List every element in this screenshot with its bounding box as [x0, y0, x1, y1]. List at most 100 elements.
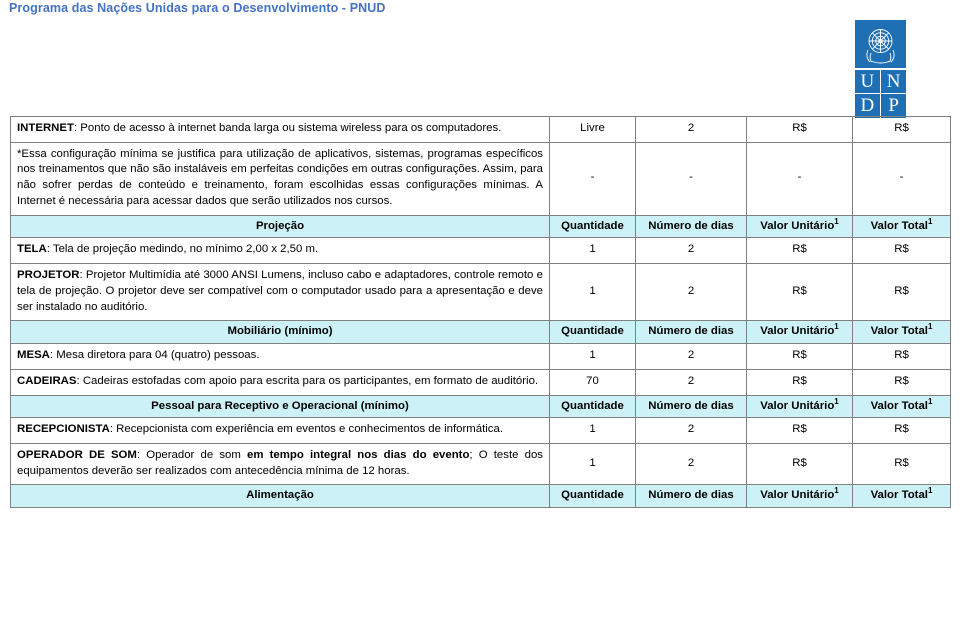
row-description-text: : Operador de som [136, 449, 248, 462]
column-header-quantidade: Quantidade [549, 484, 636, 509]
cell-numero-dias: - [635, 141, 747, 216]
row-label: RECEPCIONISTA [17, 423, 110, 436]
table-row: PROJETOR: Projetor Multimídia até 3000 A… [10, 263, 951, 322]
column-header-quantidade: Quantidade [549, 214, 636, 239]
row-description-recepcionista: RECEPCIONISTA: Recepcionista com experiê… [10, 417, 550, 445]
section-header-row: Mobiliário (mínimo) Quantidade Número de… [10, 320, 951, 345]
table-row: OPERADOR DE SOM: Operador de som em temp… [10, 443, 951, 486]
row-description-text: : Mesa diretora para 04 (quatro) pessoas… [49, 349, 260, 362]
row-description-text: : Cadeiras estofadas com apoio para escr… [76, 374, 539, 387]
cell-numero-dias: 2 [635, 343, 747, 370]
cell-valor-total: R$ [852, 443, 951, 486]
cell-valor-total: R$ [852, 417, 951, 445]
cell-numero-dias: 2 [635, 443, 747, 486]
cell-quantidade: 1 [549, 443, 636, 486]
column-header-valor-unitario: Valor Unitário1 [746, 484, 853, 509]
column-header-quantidade: Quantidade [549, 320, 636, 345]
un-emblem-icon [855, 20, 906, 68]
row-label: INTERNET [17, 122, 74, 134]
row-description-tela: TELA: Tela de projeção medindo, no mínim… [10, 237, 550, 265]
row-description-text: : Recepcionista com experiência em event… [109, 423, 504, 436]
table-row: *Essa configuração mínima se justifica p… [10, 141, 951, 216]
cell-numero-dias: 2 [635, 263, 747, 322]
cell-valor-unitario: R$ [746, 263, 853, 322]
cell-quantidade: 1 [549, 237, 636, 265]
column-header-valor-total: Valor Total1 [852, 394, 951, 419]
row-description-internet: INTERNET: Ponto de acesso à internet ban… [10, 116, 550, 143]
row-description-emphasis: em tempo integral nos dias do evento [247, 449, 470, 462]
table-row: INTERNET: Ponto de acesso à internet ban… [10, 116, 951, 143]
section-title-pessoal: Pessoal para Receptivo e Operacional (mí… [10, 394, 550, 419]
row-label: TELA [17, 243, 47, 256]
table-row: MESA: Mesa diretora para 04 (quatro) pes… [10, 343, 951, 370]
cell-valor-unitario: R$ [746, 368, 853, 396]
row-label: CADEIRAS [17, 374, 77, 387]
undp-letter-p: P [881, 94, 906, 118]
row-label: MESA [17, 349, 50, 362]
row-description-cadeiras: CADEIRAS: Cadeiras estofadas com apoio p… [10, 368, 550, 396]
column-header-quantidade: Quantidade [549, 394, 636, 419]
row-description-mesa: MESA: Mesa diretora para 04 (quatro) pes… [10, 343, 550, 370]
cell-valor-total: R$ [852, 368, 951, 396]
row-description-operador-de-som: OPERADOR DE SOM: Operador de som em temp… [10, 443, 550, 486]
footnote-marker: 1 [927, 216, 933, 226]
undp-letter-n: N [881, 69, 906, 93]
table-row: RECEPCIONISTA: Recepcionista com experiê… [10, 417, 951, 445]
section-title-projecao: Projeção [10, 214, 550, 239]
column-header-valor-total: Valor Total1 [852, 320, 951, 345]
column-header-numero-dias: Número de dias [635, 214, 747, 239]
column-header-valor-total: Valor Total1 [852, 214, 951, 239]
column-header-numero-dias: Número de dias [635, 484, 747, 509]
column-header-valor-unitario: Valor Unitário1 [746, 214, 853, 239]
cell-quantidade: 1 [549, 343, 636, 370]
row-description-text: : Tela de projeção medindo, no mínimo 2,… [46, 243, 319, 256]
column-header-numero-dias: Número de dias [635, 394, 747, 419]
row-label: OPERADOR DE SOM [17, 449, 137, 462]
row-label: PROJETOR [17, 269, 80, 282]
section-title-alimentacao: Alimentação [10, 484, 550, 509]
cell-valor-unitario: R$ [746, 116, 853, 143]
footnote-marker: 1 [927, 322, 933, 332]
column-header-numero-dias: Número de dias [635, 320, 747, 345]
footnote-marker: 1 [927, 396, 933, 406]
page-title: Programa das Nações Unidas para o Desenv… [9, 1, 386, 15]
undp-logo: U N D P [855, 20, 906, 118]
row-description-text: : Ponto de acesso à internet banda larga… [73, 122, 502, 134]
undp-wordmark: U N D P [855, 69, 906, 118]
cell-quantidade: 70 [549, 368, 636, 396]
footnote-marker: 1 [834, 216, 839, 226]
cell-valor-unitario: R$ [746, 237, 853, 265]
section-title-mobiliario: Mobiliário (mínimo) [10, 320, 550, 345]
row-description-text: : Projetor Multimídia até 3000 ANSI Lume… [17, 269, 543, 313]
table-row: CADEIRAS: Cadeiras estofadas com apoio p… [10, 368, 951, 396]
cell-quantidade: 1 [549, 417, 636, 445]
cell-valor-unitario: R$ [746, 417, 853, 445]
cell-valor-unitario: R$ [746, 343, 853, 370]
cell-valor-total: - [852, 141, 951, 216]
row-description-projetor: PROJETOR: Projetor Multimídia até 3000 A… [10, 263, 550, 322]
section-header-row: Projeção Quantidade Número de dias Valor… [10, 214, 951, 239]
cell-numero-dias: 2 [635, 237, 747, 265]
cell-valor-unitario: R$ [746, 443, 853, 486]
cell-quantidade: 1 [549, 263, 636, 322]
cell-valor-total: R$ [852, 263, 951, 322]
cell-valor-total: R$ [852, 237, 951, 265]
column-header-valor-unitario: Valor Unitário1 [746, 320, 853, 345]
cell-numero-dias: 2 [635, 417, 747, 445]
cell-numero-dias: 2 [635, 368, 747, 396]
section-header-row: Pessoal para Receptivo e Operacional (mí… [10, 394, 951, 419]
column-header-valor-total: Valor Total1 [852, 484, 951, 509]
cell-quantidade: Livre [549, 116, 636, 143]
footnote-marker: 1 [834, 396, 839, 406]
undp-letter-u: U [855, 69, 880, 93]
cell-valor-total: R$ [852, 343, 951, 370]
cell-quantidade: - [549, 141, 636, 216]
footnote-marker: 1 [834, 486, 839, 496]
cell-valor-unitario: - [746, 141, 853, 216]
table-row: TELA: Tela de projeção medindo, no mínim… [10, 237, 951, 265]
column-header-valor-unitario: Valor Unitário1 [746, 394, 853, 419]
cell-valor-total: R$ [852, 116, 951, 143]
section-header-row: Alimentação Quantidade Número de dias Va… [10, 484, 951, 509]
event-specification-table: INTERNET: Ponto de acesso à internet ban… [10, 116, 951, 509]
footnote-marker: 1 [927, 486, 933, 496]
